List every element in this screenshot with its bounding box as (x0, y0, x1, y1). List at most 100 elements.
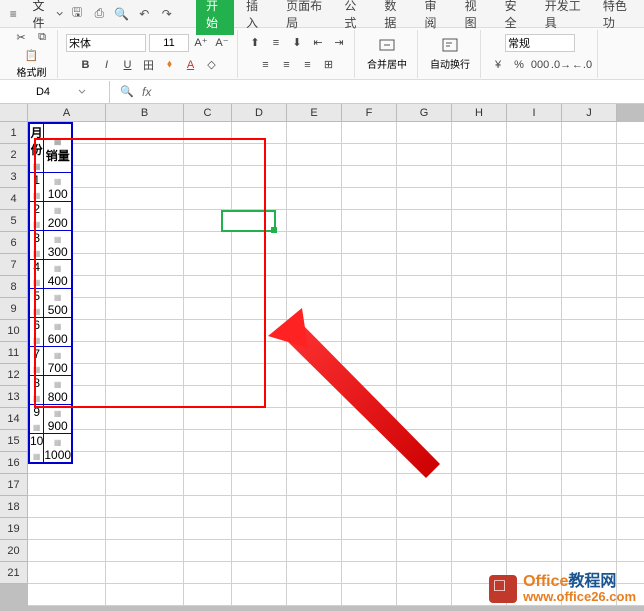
row-header-9[interactable]: 9 (0, 298, 28, 320)
grid-cell[interactable] (232, 298, 287, 320)
grid-cell[interactable] (106, 518, 184, 540)
grid-cell[interactable] (342, 430, 397, 452)
table-row[interactable]: 8 ▦▦ 800 (29, 376, 72, 405)
grid-cell[interactable] (184, 232, 232, 254)
grid-cell[interactable] (106, 474, 184, 496)
grid-cell[interactable] (342, 562, 397, 584)
grid-cell[interactable] (184, 408, 232, 430)
grid-cell[interactable] (507, 232, 562, 254)
grid-cell[interactable] (342, 518, 397, 540)
grid-cell[interactable] (562, 474, 617, 496)
grid-cell[interactable] (232, 122, 287, 144)
grid-cell[interactable] (184, 496, 232, 518)
font-color-icon[interactable]: A (182, 56, 200, 74)
grid-cell[interactable] (617, 496, 644, 518)
grid-cell[interactable] (106, 122, 184, 144)
grid-cell[interactable] (106, 408, 184, 430)
grid-cell[interactable] (452, 210, 507, 232)
grid-cell[interactable] (106, 496, 184, 518)
grid-cell[interactable] (452, 320, 507, 342)
grid-cell[interactable] (184, 276, 232, 298)
grid-cell[interactable] (232, 386, 287, 408)
align-top-icon[interactable]: ⬆ (246, 34, 264, 52)
grid-cell[interactable] (452, 144, 507, 166)
grid-cell[interactable] (452, 364, 507, 386)
font-size-select[interactable] (149, 34, 189, 52)
grid-cell[interactable] (397, 452, 452, 474)
grid-cell[interactable] (507, 430, 562, 452)
grid-cell[interactable] (617, 474, 644, 496)
grid-cell[interactable] (617, 518, 644, 540)
grid-cell[interactable] (452, 122, 507, 144)
grid-cell[interactable] (562, 122, 617, 144)
grid-cell[interactable] (232, 584, 287, 606)
grid-cell[interactable] (617, 452, 644, 474)
grid-cell[interactable] (232, 452, 287, 474)
grid-cell[interactable] (397, 540, 452, 562)
decrease-font-icon[interactable]: A⁻ (213, 34, 231, 52)
align-left-icon[interactable]: ≡ (257, 56, 275, 74)
grid-cell[interactable] (232, 144, 287, 166)
grid-cell[interactable] (562, 188, 617, 210)
col-header-J[interactable]: J (562, 104, 617, 122)
row-header-14[interactable]: 14 (0, 408, 28, 430)
row-header-7[interactable]: 7 (0, 254, 28, 276)
grid-cell[interactable] (184, 298, 232, 320)
cell-sales[interactable]: ▦ 100 (44, 173, 72, 202)
menu-icon[interactable]: ≡ (4, 4, 22, 24)
grid-cell[interactable] (507, 452, 562, 474)
grid-cell[interactable] (287, 254, 342, 276)
grid-cell[interactable] (452, 430, 507, 452)
currency-icon[interactable]: ¥ (489, 56, 507, 74)
grid-cell[interactable] (106, 364, 184, 386)
grid-cell[interactable] (184, 540, 232, 562)
grid-cell[interactable] (507, 386, 562, 408)
grid-cell[interactable] (342, 408, 397, 430)
grid-cell[interactable] (184, 386, 232, 408)
cell-sales[interactable]: ▦ 1000 (44, 434, 72, 464)
grid-cell[interactable] (342, 144, 397, 166)
grid-cell[interactable] (287, 540, 342, 562)
cell-sales[interactable]: ▦ 600 (44, 318, 72, 347)
col-header-A[interactable]: A (28, 104, 106, 122)
table-row[interactable]: 1 ▦▦ 100 (29, 173, 72, 202)
row-header-21[interactable]: 21 (0, 562, 28, 584)
grid-cell[interactable] (452, 254, 507, 276)
grid-cell[interactable] (617, 188, 644, 210)
grid-cell[interactable] (342, 232, 397, 254)
grid-cell[interactable] (397, 430, 452, 452)
grid-cell[interactable] (342, 584, 397, 606)
row-header-17[interactable]: 17 (0, 474, 28, 496)
grid-cell[interactable] (342, 386, 397, 408)
grid-cell[interactable] (397, 320, 452, 342)
grid-cell[interactable] (287, 166, 342, 188)
row-header-13[interactable]: 13 (0, 386, 28, 408)
cell-month[interactable]: 3 ▦ (29, 231, 44, 260)
grid-cell[interactable] (617, 386, 644, 408)
grid-cell[interactable] (28, 496, 106, 518)
cell-month[interactable]: 5 ▦ (29, 289, 44, 318)
grid-cell[interactable] (342, 188, 397, 210)
grid-cell[interactable] (507, 342, 562, 364)
grid-cell[interactable] (617, 364, 644, 386)
name-box[interactable] (0, 81, 110, 103)
grid-cell[interactable] (397, 364, 452, 386)
col-header-B[interactable]: B (106, 104, 184, 122)
cell-month[interactable]: 6 ▦ (29, 318, 44, 347)
active-cell[interactable] (221, 210, 276, 232)
grid-cell[interactable] (617, 540, 644, 562)
grid-cell[interactable] (342, 540, 397, 562)
col-header-D[interactable]: D (232, 104, 287, 122)
grid-cell[interactable] (397, 584, 452, 606)
cell-month[interactable]: 1 ▦ (29, 173, 44, 202)
grid-cell[interactable] (562, 342, 617, 364)
grid-cell[interactable] (184, 430, 232, 452)
grid-cell[interactable] (232, 320, 287, 342)
grid-cell[interactable] (507, 210, 562, 232)
comma-icon[interactable]: 000 (531, 56, 549, 74)
grid-cell[interactable] (287, 210, 342, 232)
grid-cell[interactable] (184, 188, 232, 210)
table-row[interactable]: 9 ▦▦ 900 (29, 405, 72, 434)
grid-cell[interactable] (28, 540, 106, 562)
grid-cell[interactable] (106, 210, 184, 232)
